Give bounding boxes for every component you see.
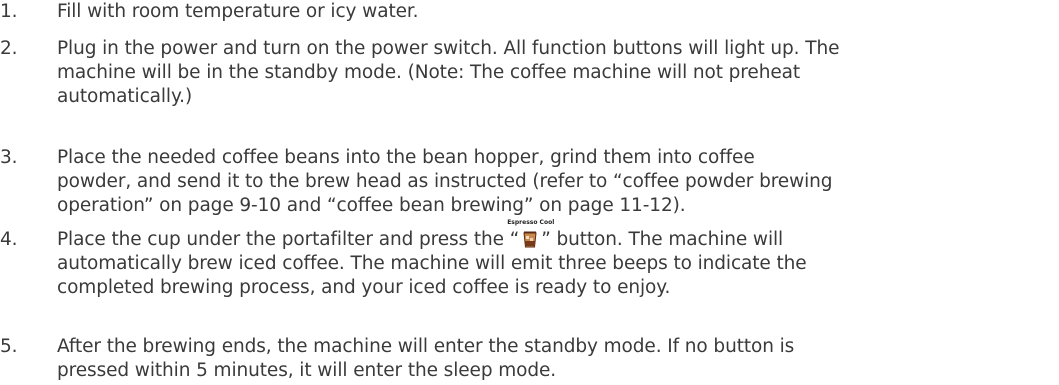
step-number: 1.	[0, 1, 18, 22]
step-4: 4. Place the cup under the portafilter a…	[0, 219, 807, 300]
iced-coffee-cup-icon	[523, 231, 537, 248]
step-text-line: Place the needed coffee beans into the b…	[57, 147, 755, 168]
step-number: 2.	[0, 38, 18, 59]
step-text-line: After the brewing ends, the machine will…	[57, 336, 795, 357]
step-text-line: Fill with room temperature or icy water.	[57, 1, 419, 22]
step-text-line: completed brewing process, and your iced…	[57, 277, 671, 298]
step-text-line: operation” on page 9-10 and “coffee bean…	[57, 195, 686, 216]
step-text-line: Plug in the power and turn on the power …	[57, 38, 840, 59]
step-text-line: powder, and send it to the brew head as …	[57, 171, 833, 192]
step-3: 3. Place the needed coffee beans into th…	[0, 146, 833, 218]
step-text-before-icon: Place the cup under the portafilter and …	[57, 229, 520, 250]
step-text-line: pressed within 5 minutes, it will enter …	[57, 360, 557, 381]
step-text-line: automatically brew iced coffee. The mach…	[57, 253, 807, 274]
step-text-line: automatically.)	[57, 86, 193, 107]
step-number: 3.	[0, 147, 18, 168]
step-number: 4.	[0, 229, 18, 250]
icon-label: Espresso Cool	[507, 219, 555, 226]
espresso-cool-button-icon: Espresso Cool	[507, 219, 554, 248]
step-1: 1. Fill with room temperature or icy wat…	[0, 0, 419, 24]
step-text-line: machine will be in the standby mode. (No…	[57, 62, 800, 83]
step-5: 5. After the brewing ends, the machine w…	[0, 335, 794, 383]
step-text-line: Place the cup under the portafilter and …	[57, 219, 807, 252]
step-text-after-icon: ” button. The machine will	[541, 229, 784, 250]
step-2: 2. Plug in the power and turn on the pow…	[0, 37, 839, 109]
step-number: 5.	[0, 336, 18, 357]
